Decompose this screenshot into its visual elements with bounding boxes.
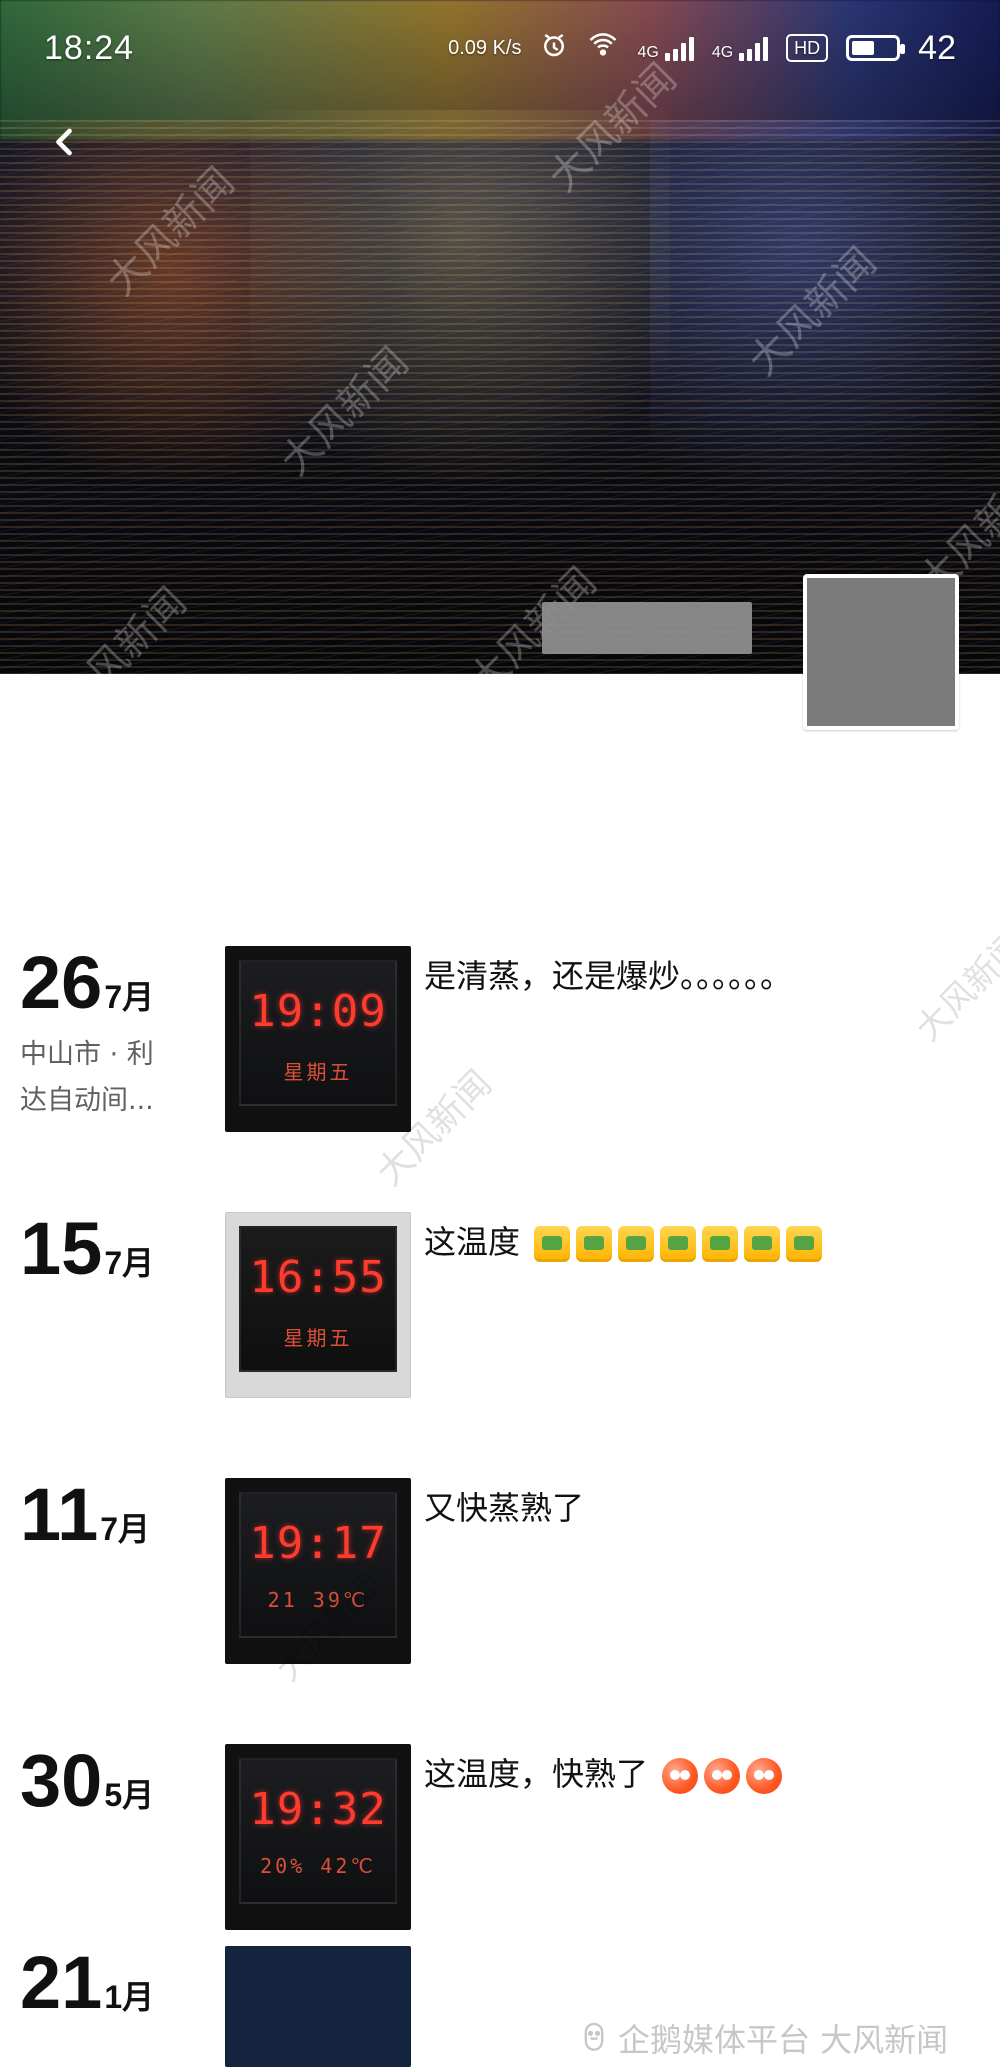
moment-post[interactable]: 117月 19:17 21 39℃ 又快蒸熟了 [0, 1478, 1000, 1744]
post-date: 211月 [20, 1946, 210, 2020]
moment-post[interactable]: 157月 16:55 星期五 这温度 [0, 1212, 1000, 1478]
hot-face-icon [704, 1758, 741, 1794]
thumb-up-icon [534, 1226, 571, 1262]
status-time: 18:24 [44, 28, 135, 67]
hot-face-icon [662, 1758, 699, 1794]
post-day: 11 [20, 1473, 99, 1556]
signal-label: 4G [637, 44, 659, 61]
username-redaction [542, 602, 752, 654]
post-day: 26 [20, 941, 103, 1024]
status-bar: 18:24 0.09 K/s 4G 4G HD 42 [0, 0, 1000, 96]
signal-bars [664, 35, 694, 61]
battery-level: 42 [918, 28, 956, 67]
clock-row: 星期五 [283, 1060, 353, 1084]
post-day: 15 [20, 1207, 103, 1290]
post-date: 305月 [20, 1744, 210, 1818]
emoji-row [662, 1758, 783, 1794]
post-text[interactable]: 是清蒸，还是爆炒。。。。。。 [424, 954, 960, 998]
post-thumbnail[interactable] [225, 1946, 411, 2067]
post-month: 5月 [104, 1777, 155, 1813]
bottom-watermark-text: 企鹅媒体平台 大风新闻 [618, 2021, 949, 2059]
hd-icon: HD [786, 34, 829, 62]
signal-strength-icon: 4G [637, 35, 694, 61]
penguin-icon [580, 2021, 608, 2055]
thumb-up-icon [702, 1226, 739, 1262]
thumb-up-icon [744, 1226, 781, 1262]
thumb-up-icon [618, 1226, 655, 1262]
emoji-row [534, 1226, 823, 1262]
network-speed: 0.09 K/s [448, 36, 522, 59]
post-text-content: 这温度 [424, 1223, 521, 1261]
clock-row: 星期五 [283, 1326, 353, 1350]
back-button[interactable] [32, 112, 96, 176]
post-day: 30 [20, 1739, 103, 1822]
post-month: 7月 [104, 979, 155, 1015]
post-date: 157月 [20, 1212, 210, 1286]
post-text[interactable]: 又快蒸熟了 [424, 1486, 960, 1530]
wifi-icon [587, 30, 619, 67]
thumb-up-icon [576, 1226, 613, 1262]
cover-photo[interactable]: 大风新闻 大风新闻 大风新闻 大风新闻 大风新闻 大风新闻 大风新闻 18:24… [0, 0, 1000, 674]
clock-time: 19:09 [249, 986, 387, 1037]
post-month: 1月 [104, 1979, 155, 2015]
signal-bars [739, 35, 769, 61]
moment-post[interactable]: 267月 中山市 · 利达自动间... 19:09 星期五 是清蒸，还是爆炒。。… [0, 946, 1000, 1212]
post-date: 267月 中山市 · 利达自动间... [20, 946, 210, 1124]
moments-profile-page: 大风新闻 大风新闻 大风新闻 大风新闻 大风新闻 大风新闻 大风新闻 18:24… [0, 0, 1000, 2067]
post-month: 7月 [100, 1511, 151, 1547]
post-date: 117月 [20, 1478, 210, 1552]
post-text[interactable]: 这温度，快熟了 [424, 1752, 960, 1796]
chevron-left-icon [42, 120, 86, 168]
battery-icon [846, 35, 906, 61]
signal-strength-icon: 4G [711, 35, 769, 61]
post-text[interactable]: 这温度 [424, 1220, 960, 1264]
clock-row: 20% 42℃ [260, 1854, 376, 1878]
hot-face-icon [746, 1758, 783, 1794]
thumb-up-icon [786, 1226, 823, 1262]
bottom-watermark: 企鹅媒体平台 大风新闻 [580, 2016, 1000, 2060]
status-icons: 0.09 K/s 4G 4G HD 42 [448, 29, 956, 68]
post-day: 21 [20, 1946, 103, 2024]
alarm-icon [539, 30, 569, 67]
signal-label: 4G [711, 44, 734, 61]
battery-fill [852, 41, 874, 55]
post-location[interactable]: 中山市 · 利达自动间... [20, 1032, 170, 1124]
post-text-content: 这温度，快熟了 [424, 1755, 649, 1793]
thumb-up-icon [660, 1226, 697, 1262]
clock-time: 19:32 [249, 1784, 387, 1835]
post-month: 7月 [104, 1245, 155, 1281]
clock-time: 16:55 [249, 1252, 387, 1303]
post-thumbnail[interactable]: 19:32 20% 42℃ [225, 1744, 411, 1930]
clock-time: 19:17 [249, 1518, 387, 1569]
avatar[interactable] [803, 574, 959, 730]
post-thumbnail[interactable]: 16:55 星期五 [225, 1212, 411, 1398]
post-thumbnail[interactable]: 19:09 星期五 [225, 946, 411, 1132]
